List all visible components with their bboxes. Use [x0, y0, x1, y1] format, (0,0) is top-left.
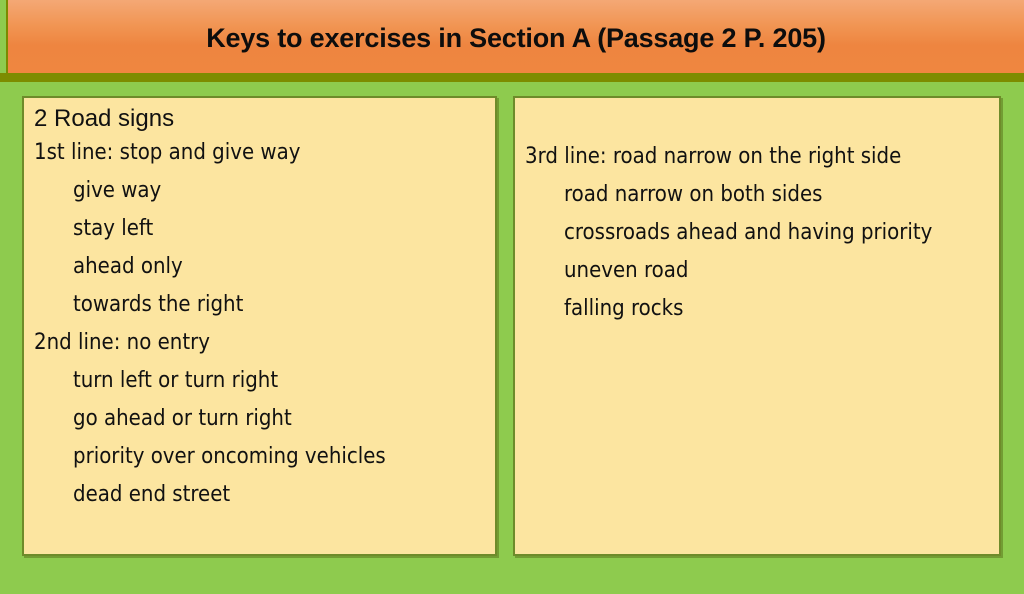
left-group-1-item-4: towards the right [73, 292, 244, 317]
left-group-1-label: 1st line: stop and give way [34, 140, 301, 165]
left-content-panel: 2 Road signs 1st line: stop and give way… [22, 96, 497, 556]
left-panel-body: 2 Road signs 1st line: stop and give way… [24, 98, 495, 560]
right-group-1-label: 3rd line: road narrow on the right side [525, 144, 902, 169]
left-group-2-item-2: go ahead or turn right [73, 406, 292, 431]
left-group-2-item-1: turn left or turn right [73, 368, 279, 393]
page-title: Keys to exercises in Section A (Passage … [206, 23, 826, 53]
left-group-2-item-4: dead end street [73, 482, 231, 507]
right-content-panel: 3rd line: road narrow on the right side … [513, 96, 1001, 556]
title-banner: Keys to exercises in Section A (Passage … [6, 0, 1024, 73]
left-panel-heading: 2 Road signs [34, 105, 175, 132]
left-group-1-item-2: stay left [73, 216, 154, 241]
right-group-1-item-2: crossroads ahead and having priority [564, 220, 933, 245]
left-group-1-item-1: give way [73, 178, 162, 203]
right-group-1-item-1: road narrow on both sides [564, 182, 823, 207]
left-group-2-item-3: priority over oncoming vehicles [73, 444, 386, 469]
right-group-1-item-4: falling rocks [564, 296, 684, 321]
right-panel-body: 3rd line: road narrow on the right side … [515, 98, 999, 594]
left-group-2-label: 2nd line: no entry [34, 330, 210, 355]
banner-shadow-strip [0, 73, 1024, 82]
left-group-1-item-3: ahead only [73, 254, 183, 279]
slide-root: Keys to exercises in Section A (Passage … [0, 0, 1024, 576]
right-group-1-item-3: uneven road [564, 258, 689, 283]
